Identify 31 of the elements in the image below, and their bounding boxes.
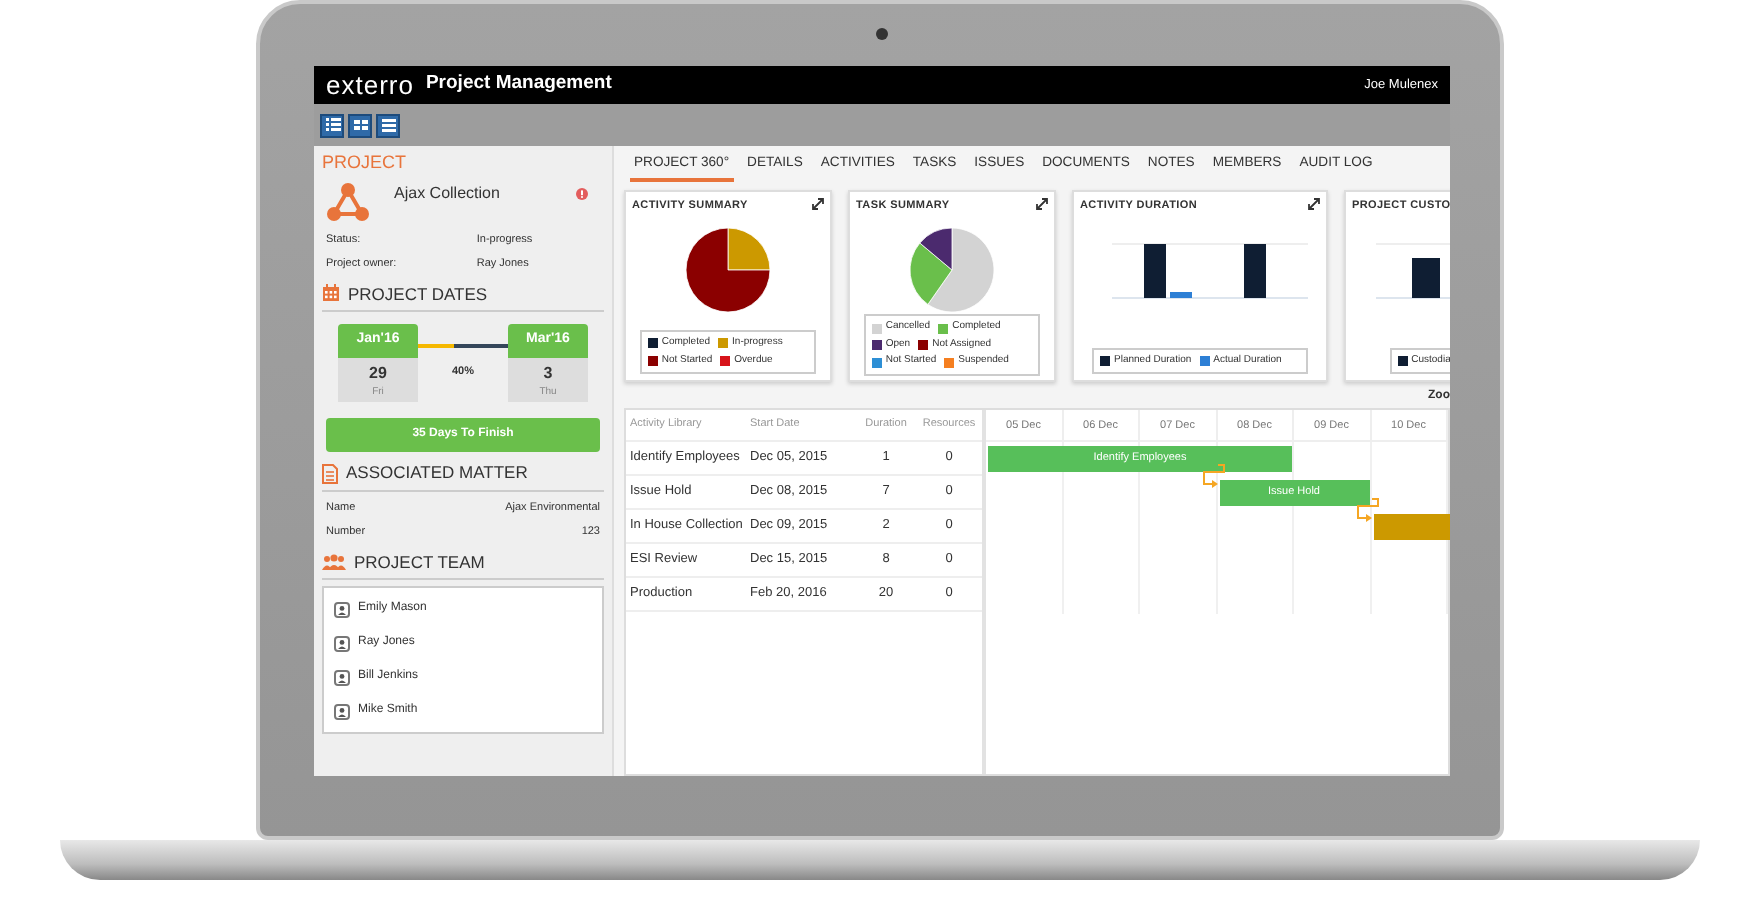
app-logo: exterro: [326, 72, 414, 98]
view-button[interactable]: [348, 113, 372, 137]
expand-icon[interactable]: [1036, 198, 1048, 210]
dependency-arrow: [1355, 498, 1379, 526]
dependency-arrow: [1201, 464, 1225, 492]
project-network-icon: [326, 180, 370, 224]
day-number: 29: [369, 363, 387, 382]
expand-icon[interactable]: [812, 198, 824, 210]
project-name: Ajax Collection: [394, 182, 500, 206]
list-view-icon: [321, 114, 343, 136]
calendar-icon: [322, 284, 340, 303]
section-heading: PROJECT DATES: [348, 281, 488, 307]
document-icon: [322, 463, 338, 484]
grid-view-icon: [349, 114, 371, 136]
alert-icon: [576, 188, 588, 200]
expand-icon[interactable]: [1308, 198, 1320, 210]
view-button[interactable]: [320, 113, 344, 137]
day-number: 3: [543, 363, 553, 382]
person-icon: [334, 669, 350, 686]
section-heading: PROJECT: [322, 152, 409, 174]
view-button[interactable]: [376, 113, 400, 137]
camera-dot: [876, 28, 888, 40]
rows-view-icon: [377, 114, 399, 136]
team-icon: [322, 553, 346, 570]
section-heading: ASSOCIATED MATTER: [346, 460, 528, 486]
section-heading: PROJECT TEAM: [354, 549, 485, 575]
app-title: Project Management: [425, 70, 612, 99]
person-icon: [334, 703, 350, 720]
pie-chart: [684, 226, 772, 315]
person-icon: [334, 601, 350, 618]
person-icon: [334, 635, 350, 652]
